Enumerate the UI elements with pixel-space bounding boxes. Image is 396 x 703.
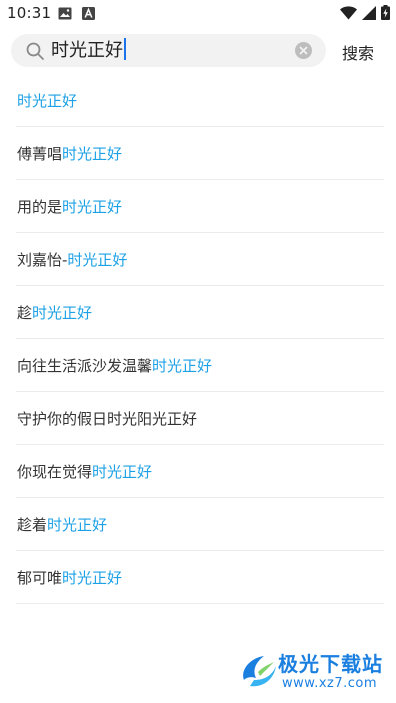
watermark-url: www.xz7.com [282, 676, 378, 691]
suggestion-prefix: 守护你的假日时光阳光正好 [17, 409, 198, 428]
suggestion-item[interactable]: 郁可唯 时光正好 [16, 551, 384, 604]
suggestion-prefix: 刘嘉怡- [17, 250, 68, 269]
suggestion-match: 时光正好 [62, 144, 123, 163]
a-notification-icon [82, 7, 95, 20]
search-box[interactable]: 时光正好 [11, 34, 326, 67]
search-bar: 时光正好 搜索 [0, 28, 396, 74]
suggestion-item[interactable]: 趁着 时光正好 [16, 498, 384, 551]
signal-icon [362, 5, 376, 20]
aurora-logo-icon [243, 656, 276, 687]
status-system-icons [340, 5, 390, 20]
text-caret [124, 38, 126, 60]
suggestion-prefix: 用的是 [17, 197, 63, 216]
suggestion-match: 时光正好 [92, 462, 153, 481]
watermark: 极光下载站 www.xz7.com [236, 646, 388, 696]
suggestion-item[interactable]: 傅菁唱 时光正好 [16, 127, 384, 180]
suggestion-prefix: 向往生活派沙发温馨 [17, 356, 153, 375]
suggestion-prefix: 郁可唯 [17, 568, 63, 587]
suggestion-match: 时光正好 [67, 250, 128, 269]
wifi-icon [340, 5, 357, 19]
image-icon [58, 7, 72, 20]
status-time: 10:31 [7, 4, 52, 22]
status-bar: 10:31 [0, 0, 396, 28]
suggestion-prefix: 趁着 [17, 515, 48, 534]
suggestion-item[interactable]: 时光正好 [16, 74, 384, 127]
suggestion-match: 时光正好 [152, 356, 213, 375]
suggestion-item[interactable]: 用的是 时光正好 [16, 180, 384, 233]
suggestion-match: 时光正好 [47, 515, 108, 534]
clear-icon[interactable] [295, 42, 312, 59]
suggestion-prefix: 你现在觉得 [17, 462, 93, 481]
search-button[interactable]: 搜索 [342, 40, 374, 64]
suggestion-list: 时光正好 傅菁唱 时光正好 用的是 时光正好 刘嘉怡- 时光正好 趁时光正好 向往生活… [16, 74, 384, 604]
suggestion-item[interactable]: 你现在觉得 时光正好 [16, 445, 384, 498]
search-icon [26, 42, 44, 60]
battery-charging-icon [381, 5, 390, 20]
suggestion-item[interactable]: 刘嘉怡- 时光正好 [16, 233, 384, 286]
suggestion-match: 时光正好 [62, 568, 123, 587]
search-query-text: 时光正好 [51, 40, 123, 61]
suggestion-match: 时光正好 [62, 197, 123, 216]
suggestion-match: 时光正好 [17, 91, 78, 110]
watermark-title: 极光下载站 [278, 652, 383, 676]
suggestion-item[interactable]: 守护你的假日时光阳光正好 [16, 392, 384, 445]
search-input[interactable]: 时光正好 [51, 34, 291, 67]
suggestion-item[interactable]: 向往生活派沙发温馨 时光正好 [16, 339, 384, 392]
suggestion-prefix: 趁 [17, 303, 33, 322]
suggestion-item[interactable]: 趁时光正好 [16, 286, 384, 339]
status-notification-icons [58, 7, 95, 20]
search-screen: 10:31 时光正好 搜索 时光正好 傅菁唱 时光正好 用的是 时光正好 刘嘉怡… [0, 0, 396, 703]
suggestion-prefix: 傅菁唱 [17, 144, 63, 163]
suggestion-match: 时光正好 [32, 303, 93, 322]
